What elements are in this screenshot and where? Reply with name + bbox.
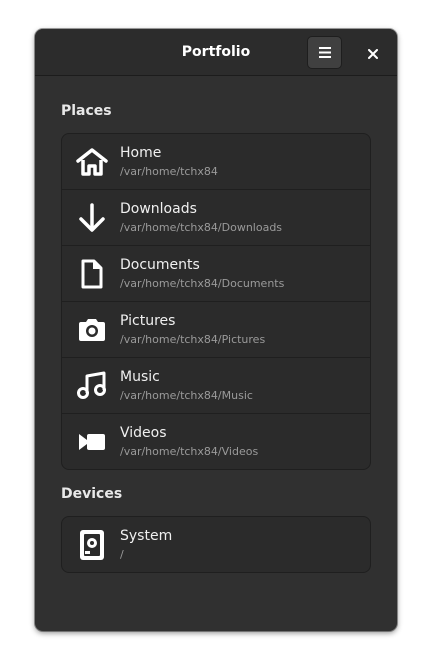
- place-path: /var/home/tchx84/Music: [120, 389, 253, 402]
- hard-drive-icon: [76, 529, 108, 561]
- place-row-downloads[interactable]: Downloads /var/home/tchx84/Downloads: [62, 190, 370, 246]
- window-title: Portfolio: [181, 44, 251, 60]
- device-name: System: [120, 528, 173, 544]
- places-section-title: Places: [61, 103, 112, 119]
- header-bar: Portfolio: [35, 29, 397, 76]
- place-path: /var/home/tchx84/Downloads: [120, 221, 283, 234]
- place-name: Downloads: [120, 201, 197, 217]
- place-path: /var/home/tchx84/Documents: [120, 277, 285, 290]
- video-camera-icon: [76, 426, 108, 458]
- place-row-music[interactable]: Music /var/home/tchx84/Music: [62, 358, 370, 414]
- close-button[interactable]: [359, 39, 387, 67]
- place-name: Home: [120, 145, 162, 161]
- place-name: Pictures: [120, 313, 176, 329]
- devices-section-title: Devices: [61, 486, 123, 502]
- device-path: /: [120, 548, 124, 561]
- main-menu-button[interactable]: [307, 36, 342, 69]
- camera-icon: [76, 314, 108, 346]
- place-name: Documents: [120, 257, 200, 273]
- place-name: Music: [120, 369, 160, 385]
- place-row-documents[interactable]: Documents /var/home/tchx84/Documents: [62, 246, 370, 302]
- place-row-home[interactable]: Home /var/home/tchx84: [62, 134, 370, 190]
- place-path: /var/home/tchx84/Pictures: [120, 333, 266, 346]
- hamburger-menu-icon: [318, 43, 331, 62]
- home-icon: [76, 146, 108, 178]
- place-row-videos[interactable]: Videos /var/home/tchx84/Videos: [62, 414, 370, 469]
- music-note-icon: [76, 370, 108, 402]
- place-row-pictures[interactable]: Pictures /var/home/tchx84/Pictures: [62, 302, 370, 358]
- download-arrow-icon: [76, 202, 108, 234]
- place-path: /var/home/tchx84/Videos: [120, 445, 259, 458]
- place-path: /var/home/tchx84: [120, 165, 218, 178]
- portfolio-window: Portfolio Places Home /var/home/tchx84 D…: [35, 29, 397, 631]
- devices-list: System /: [61, 516, 371, 573]
- device-row-system[interactable]: System /: [62, 517, 370, 572]
- place-name: Videos: [120, 425, 167, 441]
- close-icon: [368, 44, 378, 63]
- document-icon: [76, 258, 108, 290]
- places-list: Home /var/home/tchx84 Downloads /var/hom…: [61, 133, 371, 470]
